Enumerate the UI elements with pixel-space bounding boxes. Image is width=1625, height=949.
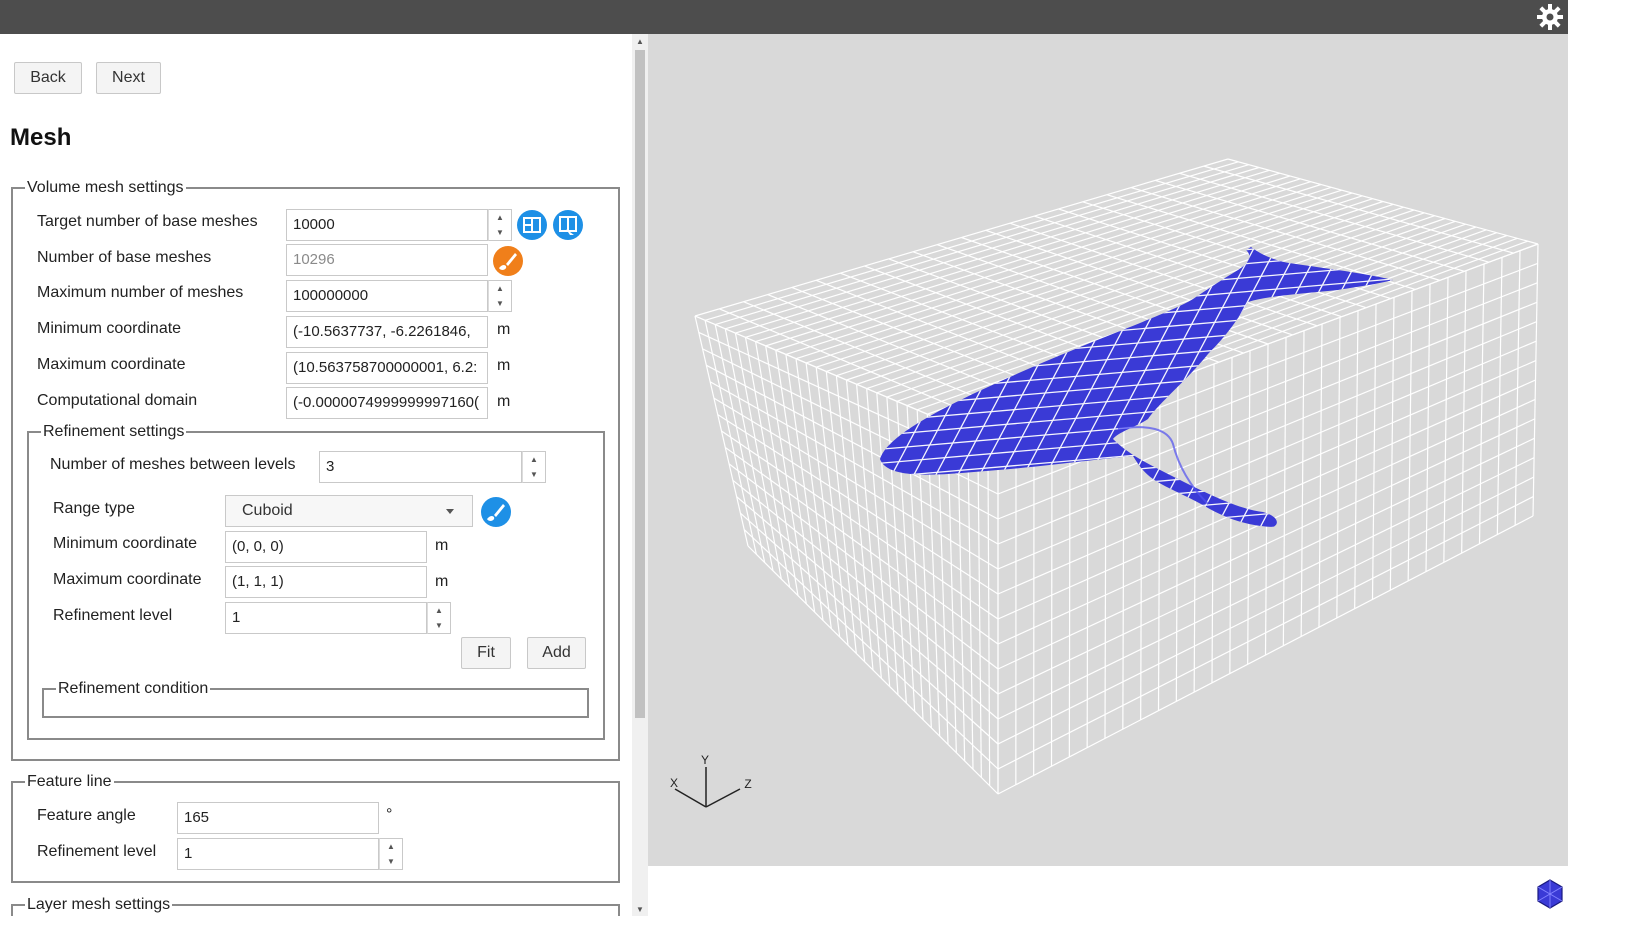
refine-min-coordinate-unit: m xyxy=(435,537,449,554)
layer-mesh-settings: Layer mesh settings xyxy=(11,896,620,916)
max-coordinate-label: Maximum coordinate xyxy=(37,356,186,373)
blue-brush-icon[interactable] xyxy=(480,496,512,528)
polyhedron-icon[interactable] xyxy=(1534,878,1566,910)
axis-triad: Y X Z xyxy=(670,753,752,808)
computational-domain-unit: m xyxy=(497,393,511,410)
page-title: Mesh xyxy=(10,124,72,151)
min-coordinate-unit: m xyxy=(497,321,511,338)
feature-angle-label: Feature angle xyxy=(37,807,136,824)
layer-mesh-legend: Layer mesh settings xyxy=(27,896,171,913)
computational-domain-input[interactable]: (-0.0000074999999997160( xyxy=(286,387,488,419)
panel-scrollbar[interactable]: ▲ ▼ xyxy=(632,34,648,916)
range-type-label: Range type xyxy=(53,500,135,517)
meshes-between-levels-input[interactable]: 3 xyxy=(319,451,522,483)
refine-max-coordinate-label: Maximum coordinate xyxy=(53,571,202,588)
feature-level-label: Refinement level xyxy=(37,843,157,860)
axis-z-label: Z xyxy=(744,777,751,791)
mesh-split-icon[interactable] xyxy=(552,209,584,241)
feature-level-input[interactable]: 1 xyxy=(177,838,379,870)
feature-angle-unit: ° xyxy=(386,806,393,823)
volume-mesh-legend: Volume mesh settings xyxy=(27,179,184,196)
refinement-condition[interactable]: Refinement condition xyxy=(42,680,589,718)
axis-x-label: X xyxy=(670,776,678,790)
scroll-down-arrow[interactable]: ▼ xyxy=(632,902,648,916)
mesh-grid xyxy=(694,158,1539,795)
chevron-down-icon xyxy=(446,509,454,514)
axis-y-label: Y xyxy=(701,753,709,767)
settings-panel: Back Next Mesh Volume mesh settings Targ… xyxy=(0,34,632,916)
max-coordinate-input[interactable]: (10.563758700000001, 6.2: xyxy=(286,352,488,384)
orange-brush-icon[interactable] xyxy=(492,245,524,277)
range-type-value: Cuboid xyxy=(242,502,293,519)
refinement-level-input[interactable]: 1 xyxy=(225,602,427,634)
base-meshes-label: Number of base meshes xyxy=(37,249,212,266)
range-type-select[interactable]: Cuboid xyxy=(225,495,473,527)
refinement-legend: Refinement settings xyxy=(43,423,185,440)
add-button[interactable]: Add xyxy=(527,637,586,669)
feature-angle-input[interactable]: 165 xyxy=(177,802,379,834)
target-meshes-input[interactable]: 10000 xyxy=(286,209,488,241)
mesh-view[interactable]: Y X Z xyxy=(648,34,1568,866)
next-button[interactable]: Next xyxy=(96,62,161,94)
refine-max-coordinate-unit: m xyxy=(435,573,449,590)
max-meshes-input[interactable]: 100000000 xyxy=(286,280,488,312)
computational-domain-label: Computational domain xyxy=(37,392,198,409)
refinement-level-label: Refinement level xyxy=(53,607,173,624)
top-bar xyxy=(0,0,1568,34)
fit-button[interactable]: Fit xyxy=(461,637,511,669)
feature-line-legend: Feature line xyxy=(27,773,112,790)
max-coordinate-unit: m xyxy=(497,357,511,374)
max-meshes-label: Maximum number of meshes xyxy=(37,284,244,301)
min-coordinate-input[interactable]: (-10.5637737, -6.2261846, xyxy=(286,316,488,348)
meshes-between-levels-label: Number of meshes between levels xyxy=(50,456,296,473)
max-meshes-stepper[interactable]: ▲ ▼ xyxy=(488,280,512,312)
scroll-thumb[interactable] xyxy=(635,50,645,718)
target-meshes-stepper[interactable]: ▲ ▼ xyxy=(488,209,512,241)
target-meshes-label: Target number of base meshes xyxy=(37,213,258,230)
back-button[interactable]: Back xyxy=(14,62,82,94)
refine-min-coordinate-input[interactable]: (0, 0, 0) xyxy=(225,531,427,563)
refinement-condition-legend: Refinement condition xyxy=(58,680,209,697)
feature-level-stepper[interactable]: ▲ ▼ xyxy=(379,838,403,870)
viewport-footer xyxy=(648,866,1568,916)
base-meshes-field: 10296 xyxy=(286,244,488,276)
refine-max-coordinate-input[interactable]: (1, 1, 1) xyxy=(225,566,427,598)
meshes-between-levels-stepper[interactable]: ▲ ▼ xyxy=(522,451,546,483)
refine-min-coordinate-label: Minimum coordinate xyxy=(53,535,198,552)
min-coordinate-label: Minimum coordinate xyxy=(37,320,182,337)
3d-viewport[interactable]: Y X Z xyxy=(648,34,1568,866)
refinement-level-stepper[interactable]: ▲ ▼ xyxy=(427,602,451,634)
gear-icon[interactable] xyxy=(1536,3,1564,31)
mesh-count-icon[interactable] xyxy=(516,209,548,241)
scroll-up-arrow[interactable]: ▲ xyxy=(632,34,648,48)
